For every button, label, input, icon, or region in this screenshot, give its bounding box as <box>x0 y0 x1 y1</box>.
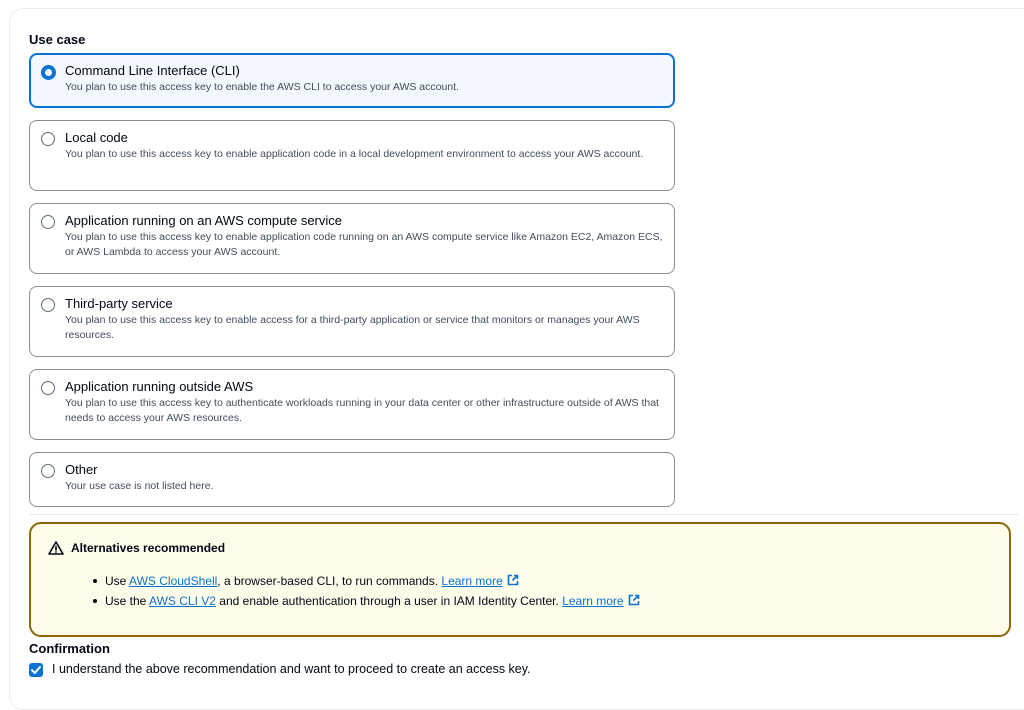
radio-icon[interactable] <box>41 381 55 395</box>
external-link-icon[interactable] <box>507 574 519 586</box>
text-segment: Use <box>105 574 130 588</box>
radio-selected-icon[interactable] <box>41 65 56 80</box>
radio-icon[interactable] <box>41 215 55 229</box>
option-description: You plan to use this access key to enabl… <box>65 314 640 341</box>
text-segment: , a browser-based CLI, to run commands. <box>217 574 442 588</box>
confirmation-text: I understand the above recommendation an… <box>52 662 531 676</box>
confirmation-label: Confirmation <box>29 641 110 656</box>
text-segment: and enable authentication through a user… <box>215 594 563 608</box>
option-description: You plan to use this access key to enabl… <box>65 81 459 93</box>
option-other[interactable]: Other Your use case is not listed here. <box>29 452 675 507</box>
option-title: Local code <box>65 130 128 145</box>
text-segment: Use the <box>105 594 150 608</box>
alert-list: Use AWS CloudShell, a browser-based CLI,… <box>93 571 640 611</box>
learn-more-link[interactable]: Learn more <box>441 574 502 588</box>
cloudshell-link[interactable]: AWS CloudShell <box>129 574 217 588</box>
option-aws-compute[interactable]: Application running on an AWS compute se… <box>29 203 675 274</box>
radio-icon[interactable] <box>41 298 55 312</box>
option-cli[interactable]: Command Line Interface (CLI) You plan to… <box>29 53 675 108</box>
alternatives-alert: Alternatives recommended Use AWS CloudSh… <box>29 522 1011 637</box>
option-title: Application running outside AWS <box>65 379 254 394</box>
option-description: You plan to use this access key to enabl… <box>65 231 663 258</box>
warning-icon <box>48 541 64 555</box>
radio-icon[interactable] <box>41 132 55 146</box>
option-outside-aws[interactable]: Application running outside AWS You plan… <box>29 369 675 440</box>
confirmation-checkbox[interactable] <box>29 663 43 677</box>
use-case-label: Use case <box>29 32 86 47</box>
option-third-party[interactable]: Third-party service You plan to use this… <box>29 286 675 357</box>
option-description: Your use case is not listed here. <box>65 480 214 492</box>
option-description: You plan to use this access key to authe… <box>65 397 659 424</box>
list-item: Use AWS CloudShell, a browser-based CLI,… <box>93 571 640 591</box>
divider <box>29 514 1019 515</box>
checkmark-icon <box>31 666 41 674</box>
external-link-icon[interactable] <box>628 594 640 606</box>
aws-cli-v2-link[interactable]: AWS CLI V2 <box>149 594 216 608</box>
radio-icon[interactable] <box>41 464 55 478</box>
option-title: Application running on an AWS compute se… <box>65 213 343 228</box>
option-local-code[interactable]: Local code You plan to use this access k… <box>29 120 675 191</box>
option-title: Third-party service <box>65 296 173 311</box>
option-title: Command Line Interface (CLI) <box>65 63 240 78</box>
list-item: Use the AWS CLI V2 and enable authentica… <box>93 591 640 611</box>
option-description: You plan to use this access key to enabl… <box>65 148 644 160</box>
learn-more-link[interactable]: Learn more <box>562 594 623 608</box>
alert-title: Alternatives recommended <box>71 541 226 555</box>
option-title: Other <box>65 462 98 477</box>
